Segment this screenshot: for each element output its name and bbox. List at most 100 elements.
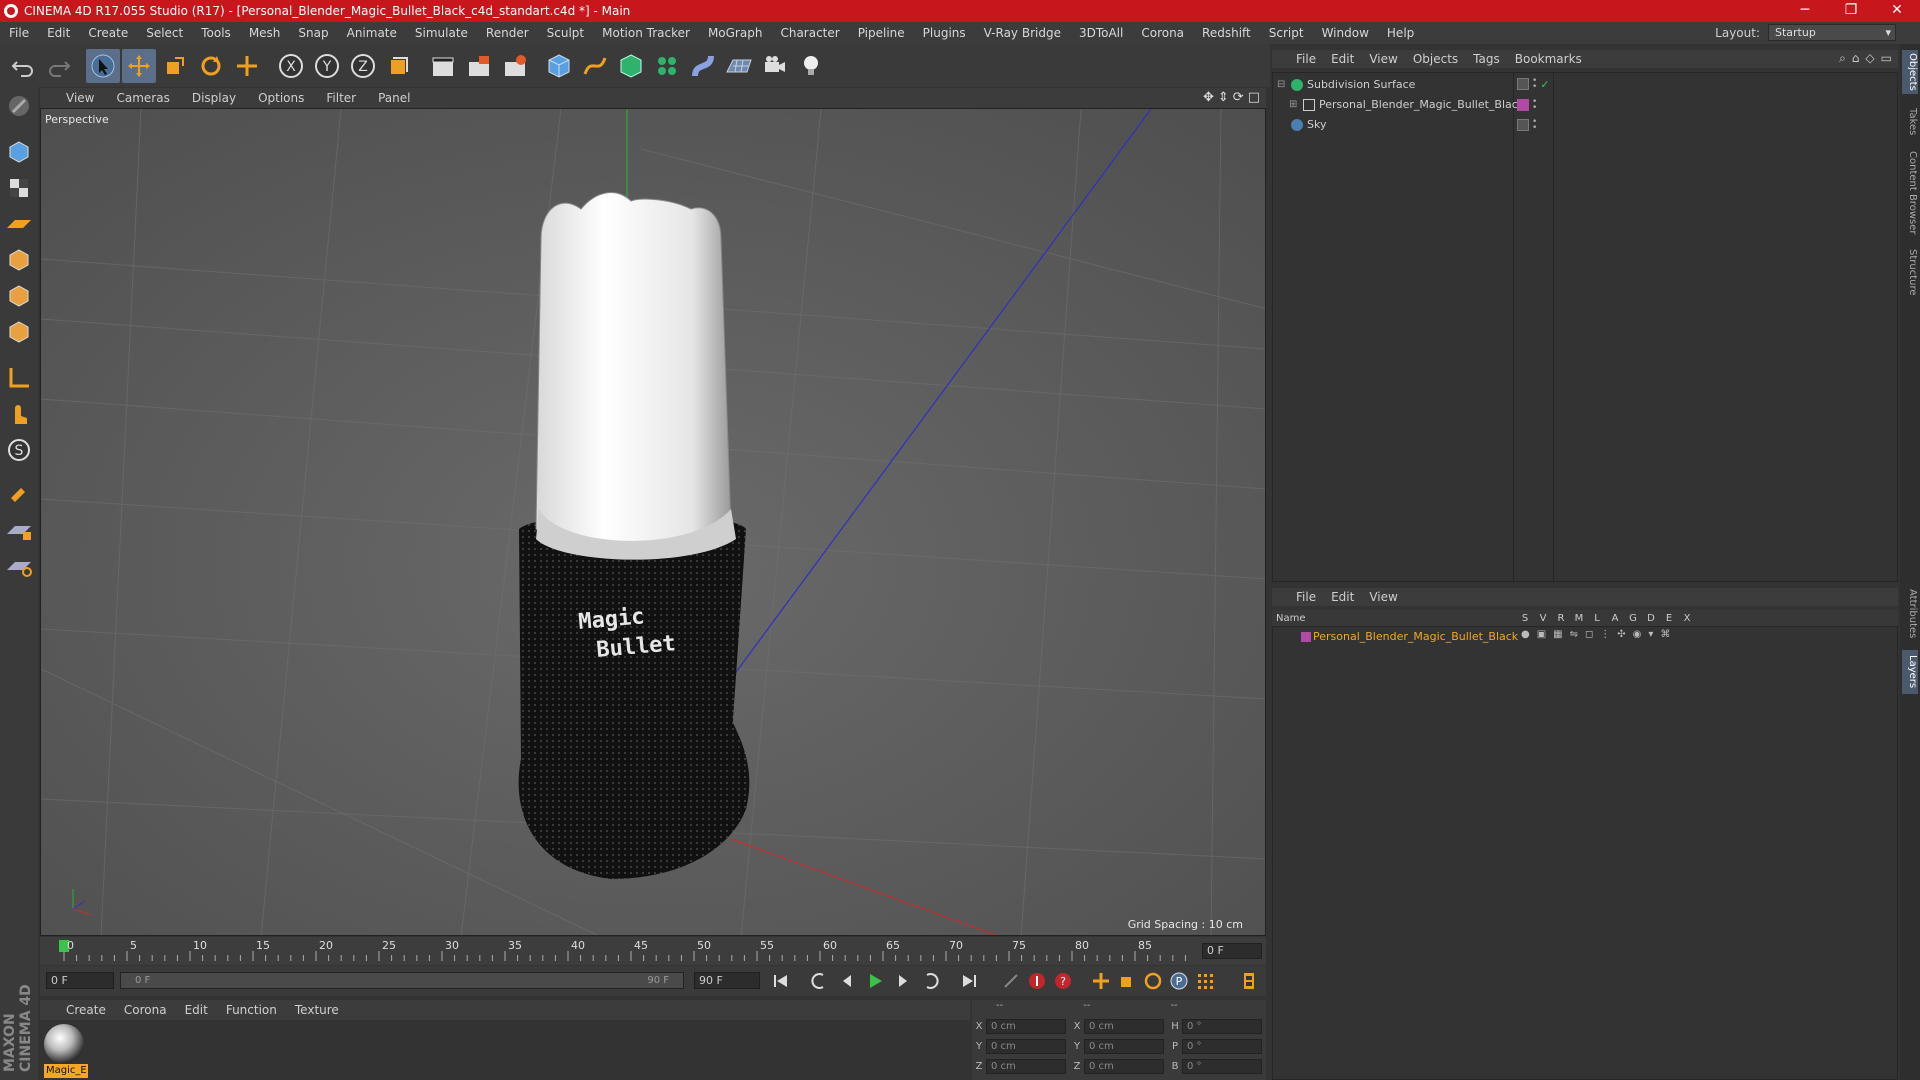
current-frame-field[interactable]: 0 F (1202, 943, 1262, 959)
rotation-h-field[interactable]: 0 ° (1182, 1018, 1262, 1034)
layer-tag-icon[interactable] (1517, 78, 1529, 90)
object-row-subdivision-surface[interactable]: ⊟ Subdivision Surface • • ✓ (1273, 75, 1897, 94)
redo-button[interactable] (42, 49, 76, 83)
model-mode-button[interactable] (2, 135, 36, 169)
menu-window[interactable]: Window (1313, 26, 1378, 40)
start-frame-field[interactable]: 0 F (46, 972, 114, 989)
motion-path-button[interactable] (998, 969, 1024, 993)
tab-takes[interactable]: Takes (1902, 104, 1918, 140)
material-menu-edit[interactable]: Edit (177, 1003, 218, 1017)
key-scale-button[interactable] (1114, 969, 1140, 993)
rotation-p-field[interactable]: 0 ° (1182, 1038, 1262, 1054)
add-mograph-button[interactable] (650, 49, 684, 83)
menu-character[interactable]: Character (771, 26, 848, 40)
viewport-menu-panel[interactable]: Panel (366, 91, 420, 105)
object-row-blender[interactable]: ⊞ Personal_Blender_Magic_Bullet_Black • • (1273, 95, 1897, 114)
go-to-end-button[interactable] (956, 969, 982, 993)
3d-viewport[interactable]: Magic Bullet Perspective Grid Spacing : … (40, 108, 1266, 936)
workplane-mode-button[interactable] (2, 207, 36, 241)
points-mode-button[interactable] (2, 243, 36, 277)
size-y-field[interactable]: 0 cm (1084, 1038, 1164, 1054)
menu-mograph[interactable]: MoGraph (699, 26, 772, 40)
add-deformer-button[interactable] (686, 49, 720, 83)
layers-menu-edit[interactable]: Edit (1325, 590, 1363, 604)
pan-view-icon[interactable]: ✥ (1203, 90, 1214, 105)
rotate-tool-button[interactable] (194, 49, 228, 83)
live-selection-button[interactable] (86, 48, 120, 83)
visibility-dots-icon[interactable]: • • (1532, 97, 1537, 112)
planar-workplane-button[interactable] (2, 549, 36, 583)
layout-dropdown[interactable]: Startup (1768, 24, 1896, 41)
coordinate-system-button[interactable] (382, 49, 416, 83)
menu-select[interactable]: Select (137, 26, 192, 40)
tab-objects[interactable]: Objects (1902, 50, 1918, 94)
maximize-button[interactable]: ❐ (1828, 0, 1874, 22)
close-button[interactable]: ✕ (1874, 0, 1920, 22)
tab-layers[interactable]: Layers (1902, 650, 1918, 694)
visibility-dots-icon[interactable]: • • (1532, 117, 1537, 132)
viewport-menu-display[interactable]: Display (180, 91, 246, 105)
tab-attributes[interactable]: Attributes (1902, 584, 1918, 644)
menu-create[interactable]: Create (79, 26, 137, 40)
transform-tool-button[interactable] (230, 49, 264, 83)
maximize-view-icon[interactable]: □ (1248, 90, 1260, 105)
menu-script[interactable]: Script (1260, 26, 1313, 40)
menu-render[interactable]: Render (477, 26, 538, 40)
objects-menu-view[interactable]: View (1363, 52, 1406, 66)
objects-menu-bookmarks[interactable]: Bookmarks (1509, 52, 1591, 66)
render-settings-button[interactable] (498, 49, 532, 83)
new-view-icon[interactable]: ▭ (1881, 51, 1892, 66)
menu-help[interactable]: Help (1378, 26, 1423, 40)
position-x-field[interactable]: 0 cm (986, 1018, 1066, 1034)
material-menu-texture[interactable]: Texture (287, 1003, 349, 1017)
viewport-menu-view[interactable]: View (54, 91, 104, 105)
visibility-dots-icon[interactable]: • • (1532, 77, 1537, 92)
tweak-mode-button[interactable] (2, 397, 36, 431)
layers-menu-view[interactable]: View (1363, 590, 1406, 604)
axis-mode-button[interactable] (2, 361, 36, 395)
add-floor-button[interactable] (722, 49, 756, 83)
polygons-mode-button[interactable] (2, 315, 36, 349)
add-spline-button[interactable] (578, 49, 612, 83)
menu-motion-tracker[interactable]: Motion Tracker (593, 26, 699, 40)
previous-frame-button[interactable] (834, 969, 860, 993)
menu-pipeline[interactable]: Pipeline (849, 26, 914, 40)
texture-mode-button[interactable] (2, 171, 36, 205)
edges-mode-button[interactable] (2, 279, 36, 313)
menu-3dtoall[interactable]: 3DToAll (1070, 26, 1132, 40)
record-keys-button[interactable] (1024, 969, 1050, 993)
layer-toggle-icons[interactable]: ●▣▦⇋◻⋮✣◉▾⌘ (1521, 629, 1677, 640)
key-pla-button[interactable] (1192, 969, 1218, 993)
menu-mesh[interactable]: Mesh (240, 26, 290, 40)
rotation-b-field[interactable]: 0 ° (1182, 1058, 1262, 1074)
preview-range-slider[interactable]: 0 F 90 F (120, 972, 684, 989)
position-y-field[interactable]: 0 cm (986, 1038, 1066, 1054)
viewport-menu-cameras[interactable]: Cameras (104, 91, 179, 105)
render-view-button[interactable] (426, 49, 460, 83)
play-button[interactable] (862, 969, 888, 993)
objects-menu-objects[interactable]: Objects (1407, 52, 1467, 66)
orbit-view-icon[interactable]: ⟳ (1233, 90, 1244, 105)
add-camera-button[interactable] (758, 49, 792, 83)
menu-tools[interactable]: Tools (192, 26, 240, 40)
previous-key-button[interactable] (806, 969, 832, 993)
size-z-field[interactable]: 0 cm (1084, 1058, 1164, 1074)
menu-animate[interactable]: Animate (338, 26, 406, 40)
objects-menu-file[interactable]: File (1290, 52, 1325, 66)
undo-button[interactable] (6, 49, 40, 83)
material-menu-corona[interactable]: Corona (116, 1003, 177, 1017)
menu-edit[interactable]: Edit (38, 26, 79, 40)
menu-sculpt[interactable]: Sculpt (538, 26, 593, 40)
go-to-start-button[interactable] (768, 969, 794, 993)
object-row-sky[interactable]: Sky • • (1273, 115, 1897, 134)
material-menu-function[interactable]: Function (218, 1003, 287, 1017)
move-tool-button[interactable] (122, 48, 156, 83)
expand-toggle-icon[interactable]: ⊞ (1289, 99, 1297, 110)
objects-menu-edit[interactable]: Edit (1325, 52, 1363, 66)
position-z-field[interactable]: 0 cm (986, 1058, 1066, 1074)
tab-content-browser[interactable]: Content Browser (1902, 148, 1918, 238)
layer-color-swatch[interactable] (1301, 632, 1311, 642)
size-x-field[interactable]: 0 cm (1084, 1018, 1164, 1034)
timeline-ruler[interactable]: 051015202530354045505560657075808590 0 F (40, 937, 1266, 965)
magnet-button[interactable] (2, 477, 36, 511)
